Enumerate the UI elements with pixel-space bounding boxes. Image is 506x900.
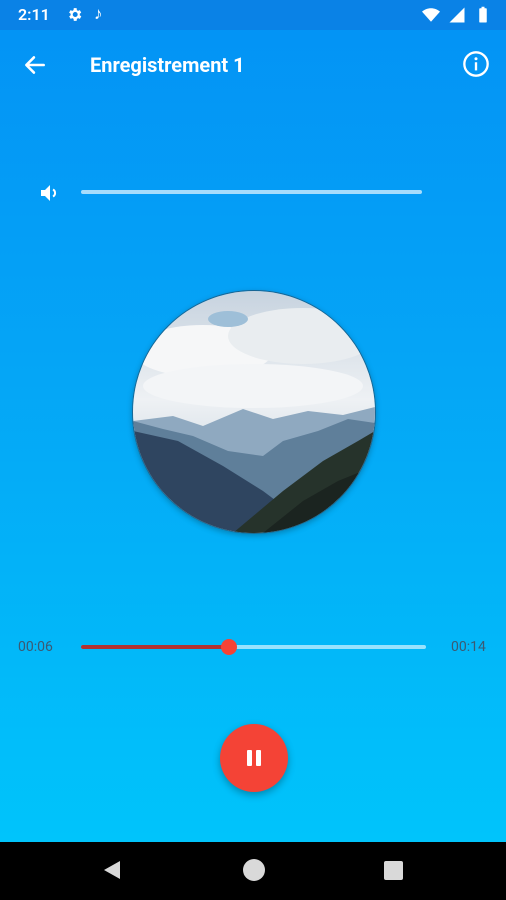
nav-back-icon[interactable] xyxy=(100,858,124,882)
status-indicators xyxy=(422,6,492,24)
volume-slider[interactable] xyxy=(81,190,422,194)
pause-icon xyxy=(247,750,252,766)
nav-home-icon[interactable] xyxy=(243,859,265,881)
album-art xyxy=(132,290,376,534)
pause-button[interactable] xyxy=(220,724,288,792)
elapsed-time: 00:06 xyxy=(18,639,53,655)
arrow-back-icon[interactable] xyxy=(22,52,48,78)
album-art-image xyxy=(133,291,375,533)
app-bar: Enregistrement 1 xyxy=(0,30,506,100)
settings-icon xyxy=(69,8,82,21)
volume-icon[interactable] xyxy=(38,181,62,205)
page-title: Enregistrement 1 xyxy=(90,53,245,77)
wifi-icon xyxy=(422,8,440,22)
status-time: 2:11 xyxy=(18,5,50,24)
seek-bar[interactable] xyxy=(81,639,426,655)
nav-recents-icon[interactable] xyxy=(384,861,403,880)
status-bar: 2:11 ♪ xyxy=(0,0,506,30)
info-icon[interactable] xyxy=(462,50,490,78)
music-note-icon: ♪ xyxy=(94,4,103,24)
pause-icon xyxy=(256,750,261,766)
total-time: 00:14 xyxy=(451,639,486,655)
battery-icon xyxy=(479,6,487,23)
seek-bar-progress xyxy=(81,645,230,649)
signal-icon xyxy=(449,7,465,23)
navigation-bar xyxy=(0,842,506,900)
